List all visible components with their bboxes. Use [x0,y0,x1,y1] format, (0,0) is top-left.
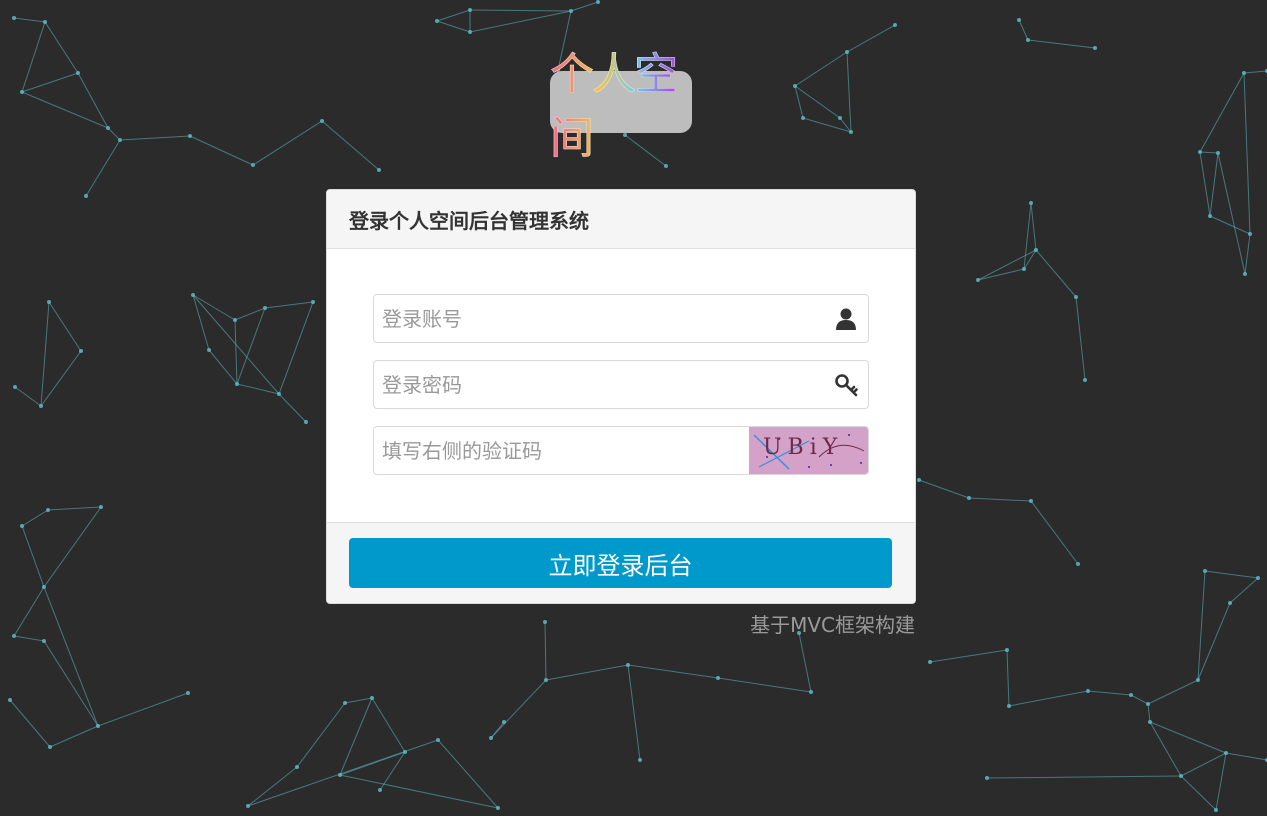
captcha-field: UBiY [373,426,869,475]
password-field [373,360,869,409]
captcha-input[interactable] [374,426,749,475]
account-input[interactable] [374,294,824,343]
login-button[interactable]: 立即登录后台 [349,538,892,588]
logo: 个人空间 [550,49,692,164]
login-form: UBiY [327,249,915,522]
captcha-image[interactable]: UBiY [749,427,868,474]
logo-text: 个人空间 [550,38,692,166]
key-icon [824,373,868,397]
panel-title: 登录个人空间后台管理系统 [327,190,915,249]
panel-footer: 立即登录后台 [327,522,915,603]
login-panel: 登录个人空间后台管理系统 登录账号 填写右侧的验证码 UBiY 立即登录后台 [326,189,916,604]
framework-credit: 基于MVC框架构建 [750,613,915,637]
account-field [373,294,869,343]
password-input[interactable] [374,360,824,409]
captcha-text: UBiY [763,435,844,460]
user-icon [824,307,868,331]
